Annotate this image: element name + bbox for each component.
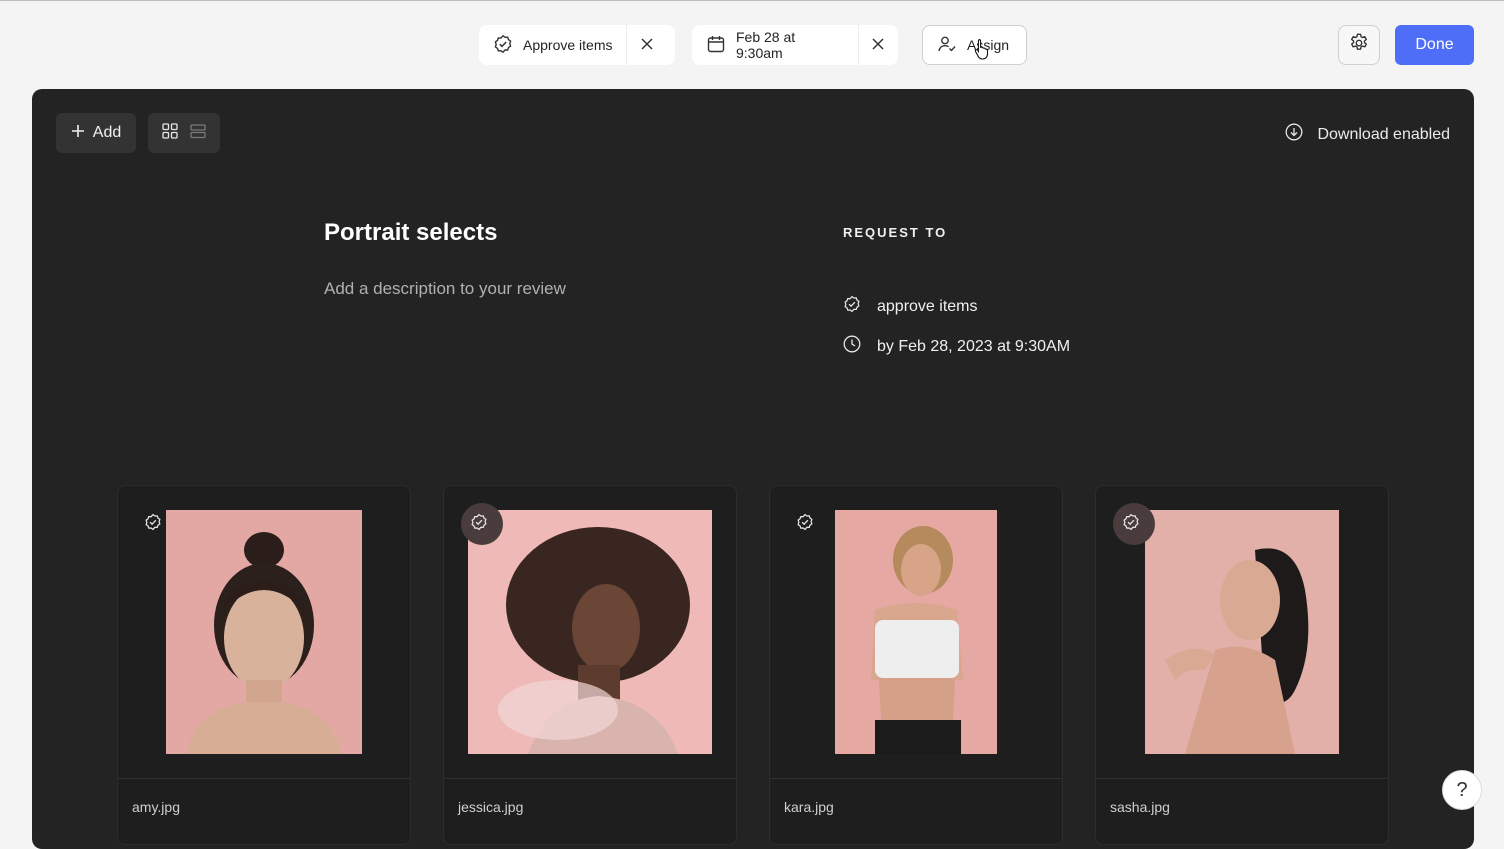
add-label: Add bbox=[92, 124, 122, 141]
asset-filename: kara.jpg bbox=[784, 799, 834, 815]
due-date-seg[interactable]: Feb 28 at 9:30am bbox=[692, 25, 858, 65]
add-button[interactable]: Add bbox=[56, 113, 136, 153]
gear-icon bbox=[1348, 32, 1370, 59]
calendar-icon bbox=[706, 34, 726, 57]
asset-thumbnail-area[interactable] bbox=[118, 486, 410, 779]
review-title[interactable]: Portrait selects bbox=[324, 219, 497, 247]
asset-filename: sasha.jpg bbox=[1110, 799, 1170, 815]
due-date-chip[interactable]: Feb 28 at 9:30am bbox=[692, 25, 898, 65]
asset-card[interactable]: jessica.jpg bbox=[443, 485, 737, 845]
download-toggle[interactable]: Download enabled bbox=[1285, 123, 1450, 146]
approve-badge-icon bbox=[471, 513, 487, 531]
approval-status-badge[interactable] bbox=[787, 503, 829, 545]
due-date-label: Feb 28 at 9:30am bbox=[736, 29, 796, 61]
download-label: Download enabled bbox=[1317, 125, 1450, 143]
asset-filename: jessica.jpg bbox=[458, 799, 524, 815]
plus-icon bbox=[71, 124, 85, 143]
portrait-photo[interactable] bbox=[835, 510, 997, 754]
asset-thumbnail-area[interactable] bbox=[770, 486, 1062, 779]
approval-status-badge[interactable] bbox=[461, 503, 503, 545]
approval-status-badge[interactable] bbox=[135, 503, 177, 545]
request-action-text: approve items bbox=[877, 297, 978, 315]
approve-items-chip[interactable]: Approve items bbox=[479, 25, 675, 65]
list-view-icon[interactable] bbox=[190, 123, 206, 144]
grid-view-icon[interactable] bbox=[162, 122, 178, 144]
close-icon bbox=[872, 37, 884, 53]
help-button[interactable]: ? bbox=[1442, 770, 1482, 810]
request-deadline-row: by Feb 28, 2023 at 9:30AM bbox=[843, 335, 1070, 358]
close-icon bbox=[641, 37, 654, 53]
settings-button[interactable] bbox=[1338, 25, 1380, 65]
done-button[interactable]: Done bbox=[1395, 25, 1474, 65]
approve-badge-icon bbox=[145, 513, 161, 531]
request-to-heading: REQUEST TO bbox=[843, 225, 948, 240]
review-description-field[interactable]: Add a description to your review bbox=[324, 279, 566, 299]
approve-items-label: Approve items bbox=[523, 37, 613, 53]
request-action-row: approve items bbox=[843, 295, 978, 318]
asset-card[interactable]: kara.jpg bbox=[769, 485, 1063, 845]
remove-date-button[interactable] bbox=[859, 25, 898, 65]
clock-icon bbox=[843, 335, 861, 358]
assign-user-icon bbox=[937, 34, 957, 57]
approve-badge-icon bbox=[797, 513, 813, 531]
approve-badge-icon bbox=[493, 34, 513, 57]
asset-filename: amy.jpg bbox=[132, 799, 180, 815]
view-toggle[interactable] bbox=[148, 113, 220, 153]
asset-thumbnail-area[interactable] bbox=[1096, 486, 1388, 779]
request-deadline-text: by Feb 28, 2023 at 9:30AM bbox=[877, 337, 1071, 355]
remove-approve-button[interactable] bbox=[627, 25, 667, 65]
portrait-photo[interactable] bbox=[468, 510, 712, 754]
approve-badge-icon bbox=[843, 295, 861, 318]
review-panel: Add Download enabled Portrait selects Ad… bbox=[32, 89, 1474, 849]
asset-card[interactable]: sasha.jpg bbox=[1095, 485, 1389, 845]
approve-badge-icon bbox=[1123, 513, 1139, 531]
asset-card[interactable]: amy.jpg bbox=[117, 485, 411, 845]
portrait-photo[interactable] bbox=[166, 510, 362, 754]
portrait-photo[interactable] bbox=[1145, 510, 1339, 754]
asset-thumbnail-area[interactable] bbox=[444, 486, 736, 779]
window-top-border bbox=[0, 0, 1504, 1]
download-icon bbox=[1285, 123, 1303, 146]
approval-status-badge[interactable] bbox=[1113, 503, 1155, 545]
approve-items-seg[interactable]: Approve items bbox=[479, 25, 626, 65]
mouse-pointer-icon bbox=[974, 38, 990, 65]
